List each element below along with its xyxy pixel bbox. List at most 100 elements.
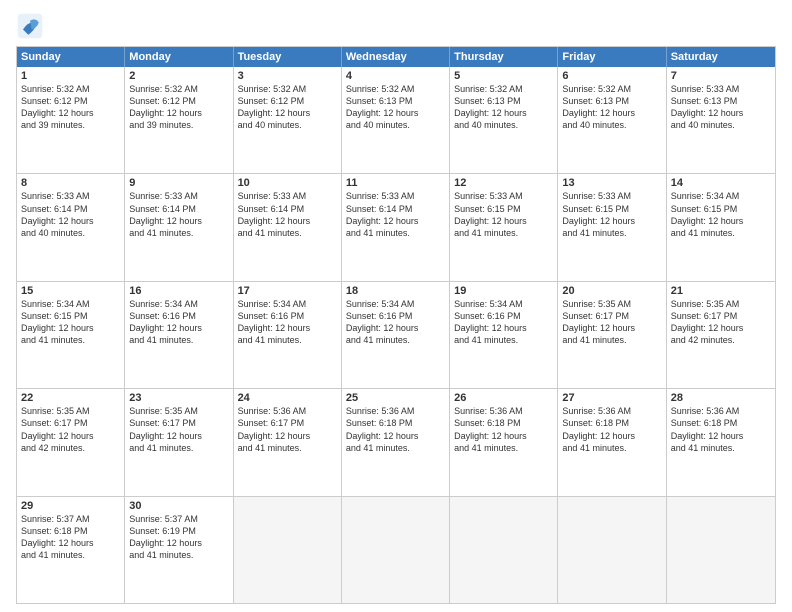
- calendar-cell-10: 10Sunrise: 5:33 AM Sunset: 6:14 PM Dayli…: [234, 174, 342, 280]
- day-number: 17: [238, 285, 337, 297]
- day-number: 21: [671, 285, 771, 297]
- calendar-cell-9: 9Sunrise: 5:33 AM Sunset: 6:14 PM Daylig…: [125, 174, 233, 280]
- day-number: 2: [129, 70, 228, 82]
- calendar-row-3: 15Sunrise: 5:34 AM Sunset: 6:15 PM Dayli…: [17, 281, 775, 388]
- calendar-cell-empty: [342, 497, 450, 603]
- day-number: 13: [562, 177, 661, 189]
- cell-details: Sunrise: 5:32 AM Sunset: 6:12 PM Dayligh…: [238, 83, 337, 132]
- cell-details: Sunrise: 5:35 AM Sunset: 6:17 PM Dayligh…: [21, 405, 120, 454]
- day-number: 8: [21, 177, 120, 189]
- calendar-cell-24: 24Sunrise: 5:36 AM Sunset: 6:17 PM Dayli…: [234, 389, 342, 495]
- cell-details: Sunrise: 5:35 AM Sunset: 6:17 PM Dayligh…: [562, 298, 661, 347]
- calendar-cell-3: 3Sunrise: 5:32 AM Sunset: 6:12 PM Daylig…: [234, 67, 342, 173]
- day-number: 16: [129, 285, 228, 297]
- calendar-cell-empty: [667, 497, 775, 603]
- calendar-cell-11: 11Sunrise: 5:33 AM Sunset: 6:14 PM Dayli…: [342, 174, 450, 280]
- calendar-cell-16: 16Sunrise: 5:34 AM Sunset: 6:16 PM Dayli…: [125, 282, 233, 388]
- calendar-header: SundayMondayTuesdayWednesdayThursdayFrid…: [17, 47, 775, 67]
- day-number: 15: [21, 285, 120, 297]
- cell-details: Sunrise: 5:34 AM Sunset: 6:15 PM Dayligh…: [671, 190, 771, 239]
- day-number: 5: [454, 70, 553, 82]
- weekday-header-monday: Monday: [125, 47, 233, 67]
- logo: [16, 12, 48, 40]
- calendar-cell-12: 12Sunrise: 5:33 AM Sunset: 6:15 PM Dayli…: [450, 174, 558, 280]
- cell-details: Sunrise: 5:33 AM Sunset: 6:14 PM Dayligh…: [346, 190, 445, 239]
- day-number: 18: [346, 285, 445, 297]
- cell-details: Sunrise: 5:36 AM Sunset: 6:18 PM Dayligh…: [454, 405, 553, 454]
- logo-icon: [16, 12, 44, 40]
- weekday-header-thursday: Thursday: [450, 47, 558, 67]
- cell-details: Sunrise: 5:33 AM Sunset: 6:14 PM Dayligh…: [21, 190, 120, 239]
- calendar-cell-empty: [450, 497, 558, 603]
- calendar-cell-29: 29Sunrise: 5:37 AM Sunset: 6:18 PM Dayli…: [17, 497, 125, 603]
- day-number: 1: [21, 70, 120, 82]
- cell-details: Sunrise: 5:34 AM Sunset: 6:16 PM Dayligh…: [454, 298, 553, 347]
- day-number: 24: [238, 392, 337, 404]
- cell-details: Sunrise: 5:35 AM Sunset: 6:17 PM Dayligh…: [671, 298, 771, 347]
- calendar-cell-empty: [234, 497, 342, 603]
- cell-details: Sunrise: 5:35 AM Sunset: 6:17 PM Dayligh…: [129, 405, 228, 454]
- cell-details: Sunrise: 5:37 AM Sunset: 6:18 PM Dayligh…: [21, 513, 120, 562]
- cell-details: Sunrise: 5:34 AM Sunset: 6:15 PM Dayligh…: [21, 298, 120, 347]
- calendar-cell-17: 17Sunrise: 5:34 AM Sunset: 6:16 PM Dayli…: [234, 282, 342, 388]
- calendar-cell-30: 30Sunrise: 5:37 AM Sunset: 6:19 PM Dayli…: [125, 497, 233, 603]
- cell-details: Sunrise: 5:33 AM Sunset: 6:13 PM Dayligh…: [671, 83, 771, 132]
- calendar-cell-1: 1Sunrise: 5:32 AM Sunset: 6:12 PM Daylig…: [17, 67, 125, 173]
- cell-details: Sunrise: 5:36 AM Sunset: 6:18 PM Dayligh…: [671, 405, 771, 454]
- cell-details: Sunrise: 5:33 AM Sunset: 6:14 PM Dayligh…: [129, 190, 228, 239]
- cell-details: Sunrise: 5:36 AM Sunset: 6:18 PM Dayligh…: [562, 405, 661, 454]
- page: SundayMondayTuesdayWednesdayThursdayFrid…: [0, 0, 792, 612]
- cell-details: Sunrise: 5:34 AM Sunset: 6:16 PM Dayligh…: [129, 298, 228, 347]
- cell-details: Sunrise: 5:37 AM Sunset: 6:19 PM Dayligh…: [129, 513, 228, 562]
- calendar-cell-21: 21Sunrise: 5:35 AM Sunset: 6:17 PM Dayli…: [667, 282, 775, 388]
- day-number: 27: [562, 392, 661, 404]
- day-number: 3: [238, 70, 337, 82]
- calendar-cell-empty: [558, 497, 666, 603]
- cell-details: Sunrise: 5:32 AM Sunset: 6:13 PM Dayligh…: [346, 83, 445, 132]
- calendar-cell-6: 6Sunrise: 5:32 AM Sunset: 6:13 PM Daylig…: [558, 67, 666, 173]
- cell-details: Sunrise: 5:33 AM Sunset: 6:14 PM Dayligh…: [238, 190, 337, 239]
- day-number: 12: [454, 177, 553, 189]
- weekday-header-wednesday: Wednesday: [342, 47, 450, 67]
- day-number: 30: [129, 500, 228, 512]
- calendar-cell-25: 25Sunrise: 5:36 AM Sunset: 6:18 PM Dayli…: [342, 389, 450, 495]
- day-number: 11: [346, 177, 445, 189]
- cell-details: Sunrise: 5:34 AM Sunset: 6:16 PM Dayligh…: [346, 298, 445, 347]
- calendar-cell-26: 26Sunrise: 5:36 AM Sunset: 6:18 PM Dayli…: [450, 389, 558, 495]
- day-number: 20: [562, 285, 661, 297]
- calendar-cell-8: 8Sunrise: 5:33 AM Sunset: 6:14 PM Daylig…: [17, 174, 125, 280]
- calendar-body: 1Sunrise: 5:32 AM Sunset: 6:12 PM Daylig…: [17, 67, 775, 603]
- calendar-cell-22: 22Sunrise: 5:35 AM Sunset: 6:17 PM Dayli…: [17, 389, 125, 495]
- day-number: 4: [346, 70, 445, 82]
- calendar-row-4: 22Sunrise: 5:35 AM Sunset: 6:17 PM Dayli…: [17, 388, 775, 495]
- calendar-cell-14: 14Sunrise: 5:34 AM Sunset: 6:15 PM Dayli…: [667, 174, 775, 280]
- day-number: 25: [346, 392, 445, 404]
- day-number: 28: [671, 392, 771, 404]
- cell-details: Sunrise: 5:32 AM Sunset: 6:12 PM Dayligh…: [129, 83, 228, 132]
- cell-details: Sunrise: 5:34 AM Sunset: 6:16 PM Dayligh…: [238, 298, 337, 347]
- calendar-cell-19: 19Sunrise: 5:34 AM Sunset: 6:16 PM Dayli…: [450, 282, 558, 388]
- calendar-cell-23: 23Sunrise: 5:35 AM Sunset: 6:17 PM Dayli…: [125, 389, 233, 495]
- header: [16, 12, 776, 40]
- day-number: 22: [21, 392, 120, 404]
- day-number: 26: [454, 392, 553, 404]
- calendar-cell-5: 5Sunrise: 5:32 AM Sunset: 6:13 PM Daylig…: [450, 67, 558, 173]
- day-number: 29: [21, 500, 120, 512]
- calendar-row-2: 8Sunrise: 5:33 AM Sunset: 6:14 PM Daylig…: [17, 173, 775, 280]
- calendar-cell-13: 13Sunrise: 5:33 AM Sunset: 6:15 PM Dayli…: [558, 174, 666, 280]
- day-number: 10: [238, 177, 337, 189]
- cell-details: Sunrise: 5:32 AM Sunset: 6:13 PM Dayligh…: [562, 83, 661, 132]
- calendar-cell-27: 27Sunrise: 5:36 AM Sunset: 6:18 PM Dayli…: [558, 389, 666, 495]
- day-number: 14: [671, 177, 771, 189]
- day-number: 9: [129, 177, 228, 189]
- calendar-cell-2: 2Sunrise: 5:32 AM Sunset: 6:12 PM Daylig…: [125, 67, 233, 173]
- calendar-cell-7: 7Sunrise: 5:33 AM Sunset: 6:13 PM Daylig…: [667, 67, 775, 173]
- weekday-header-sunday: Sunday: [17, 47, 125, 67]
- day-number: 19: [454, 285, 553, 297]
- cell-details: Sunrise: 5:36 AM Sunset: 6:17 PM Dayligh…: [238, 405, 337, 454]
- cell-details: Sunrise: 5:36 AM Sunset: 6:18 PM Dayligh…: [346, 405, 445, 454]
- calendar-cell-15: 15Sunrise: 5:34 AM Sunset: 6:15 PM Dayli…: [17, 282, 125, 388]
- cell-details: Sunrise: 5:32 AM Sunset: 6:12 PM Dayligh…: [21, 83, 120, 132]
- cell-details: Sunrise: 5:33 AM Sunset: 6:15 PM Dayligh…: [454, 190, 553, 239]
- day-number: 6: [562, 70, 661, 82]
